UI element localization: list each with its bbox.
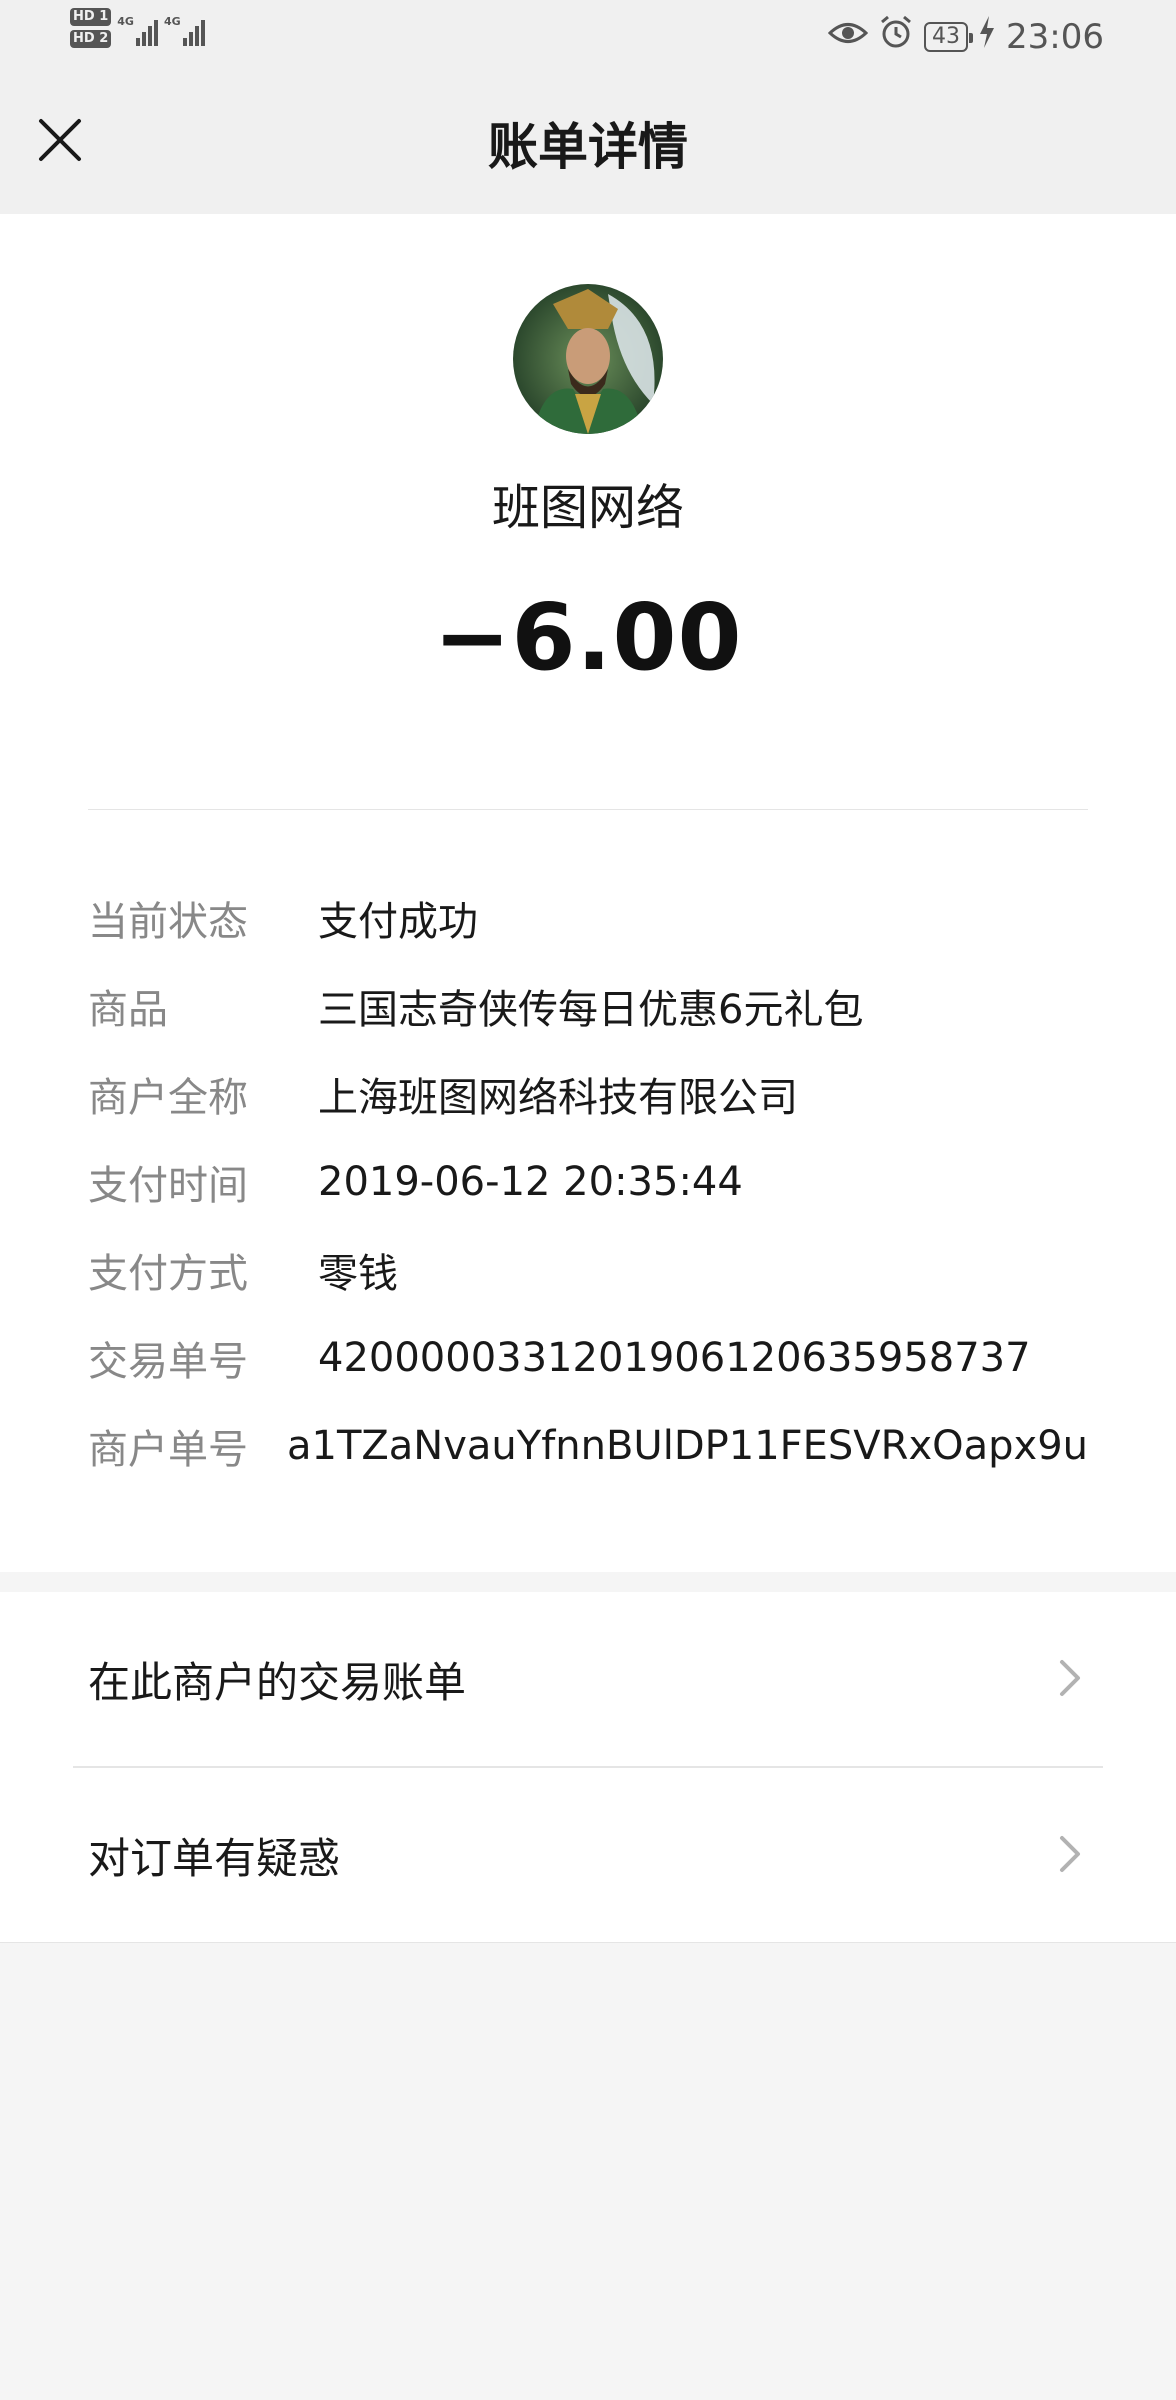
detail-label: 支付时间: [88, 1163, 248, 1209]
detail-row-pay-time: 支付时间 2019-06-12 20:35:44: [88, 1138, 1088, 1226]
detail-value: 上海班图网络科技有限公司: [318, 1075, 798, 1121]
bill-detail-card: 班图网络 −6.00 当前状态 支付成功 商品 三国志奇侠传每日优惠6元礼包 商…: [0, 214, 1176, 1572]
detail-label: 商户单号: [88, 1427, 248, 1473]
detail-value[interactable]: a1TZaNvauYfnnBUlDP11FESVRxOapx9u: [287, 1423, 1088, 1469]
detail-label: 商户全称: [88, 1075, 248, 1121]
page-title: 账单详情: [488, 118, 688, 176]
detail-row-transaction-id: 交易单号 4200000331201906120635958737: [88, 1314, 1088, 1402]
detail-row-pay-method: 支付方式 零钱: [88, 1226, 1088, 1314]
detail-value: 零钱: [318, 1251, 398, 1297]
chevron-right-icon: [1060, 1836, 1080, 1872]
header: 账单详情: [0, 72, 1176, 214]
signal-bars-icon: [135, 16, 158, 46]
divider: [88, 809, 1088, 810]
detail-label: 交易单号: [88, 1339, 248, 1385]
detail-value[interactable]: 4200000331201906120635958737: [318, 1335, 1031, 1381]
signal-indicators: HD 1 HD 2 4G 4G: [70, 8, 205, 48]
close-button[interactable]: [24, 104, 96, 176]
signal-1-label: 4G: [117, 15, 134, 28]
action-label: 在此商户的交易账单: [88, 1657, 467, 1707]
battery-icon: 43: [924, 21, 974, 52]
detail-label: 当前状态: [88, 899, 248, 945]
action-label: 对订单有疑惑: [88, 1833, 341, 1883]
signal-2-label: 4G: [163, 15, 181, 28]
detail-label: 商品: [88, 987, 168, 1033]
detail-value: 2019-06-12 20:35:44: [318, 1159, 743, 1205]
transaction-amount: −6.00: [433, 584, 743, 691]
charging-icon: [978, 16, 996, 57]
chevron-right-icon: [1060, 1660, 1080, 1696]
signal-1: 4G: [117, 16, 158, 46]
signal-bars-icon: [182, 16, 205, 46]
detail-list: 当前状态 支付成功 商品 三国志奇侠传每日优惠6元礼包 商户全称 上海班图网络科…: [88, 874, 1088, 1490]
detail-label: 支付方式: [88, 1251, 248, 1297]
detail-row-merchant-fullname: 商户全称 上海班图网络科技有限公司: [88, 1050, 1088, 1138]
detail-row-merchant-order-id: 商户单号 a1TZaNvauYfnnBUlDP11FESVRxOapx9u: [88, 1402, 1088, 1490]
hd1-badge: HD 1: [70, 8, 112, 26]
avatar: [513, 284, 663, 434]
detail-row-status: 当前状态 支付成功: [88, 874, 1088, 962]
hd2-badge: HD 2: [70, 30, 112, 48]
order-question-link[interactable]: 对订单有疑惑: [0, 1768, 1176, 1942]
clock-time: 23:06: [1006, 16, 1104, 57]
close-icon: [39, 119, 81, 161]
merchant-transactions-link[interactable]: 在此商户的交易账单: [0, 1592, 1176, 1766]
detail-row-product: 商品 三国志奇侠传每日优惠6元礼包: [88, 962, 1088, 1050]
detail-value: 支付成功: [318, 899, 478, 945]
status-right: 43 23:06: [827, 14, 1104, 59]
signal-2: 4G: [164, 16, 205, 46]
action-list: 在此商户的交易账单 对订单有疑惑: [0, 1592, 1176, 1943]
alarm-icon: [878, 14, 914, 59]
merchant-name: 班图网络: [491, 480, 684, 536]
eye-icon: [827, 17, 869, 57]
status-bar: HD 1 HD 2 4G 4G 43 23:06: [0, 0, 1176, 72]
detail-value: 三国志奇侠传每日优惠6元礼包: [318, 987, 864, 1033]
hd-badges: HD 1 HD 2: [70, 8, 112, 48]
